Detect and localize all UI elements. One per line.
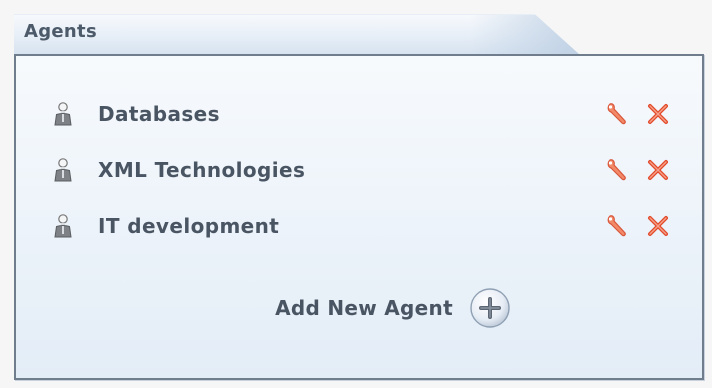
agent-label[interactable]: Databases — [98, 102, 220, 126]
close-icon[interactable] — [644, 212, 672, 240]
agent-actions — [604, 100, 672, 128]
add-agent-label[interactable]: Add New Agent — [275, 296, 453, 320]
add-agent-button[interactable] — [469, 287, 511, 329]
wrench-icon[interactable] — [604, 156, 632, 184]
close-icon[interactable] — [644, 156, 672, 184]
agent-label[interactable]: IT development — [98, 214, 279, 238]
agent-actions — [604, 156, 672, 184]
panel-tab-header — [14, 14, 580, 55]
agents-panel: Databases XML Technologies IT developmen… — [14, 54, 704, 380]
panel-title: Agents — [24, 21, 97, 42]
person-icon — [54, 102, 72, 126]
add-agent-row: Add New Agent — [16, 284, 706, 332]
agent-list: Databases XML Technologies IT developmen… — [52, 86, 672, 254]
agent-label[interactable]: XML Technologies — [98, 158, 305, 182]
person-icon — [54, 158, 72, 182]
agent-row-it-development: IT development — [52, 198, 672, 254]
agent-actions — [604, 212, 672, 240]
close-icon[interactable] — [644, 100, 672, 128]
wrench-icon[interactable] — [604, 212, 632, 240]
wrench-icon[interactable] — [604, 100, 632, 128]
person-icon — [54, 214, 72, 238]
agent-row-databases: Databases — [52, 86, 672, 142]
agent-row-xml-technologies: XML Technologies — [52, 142, 672, 198]
